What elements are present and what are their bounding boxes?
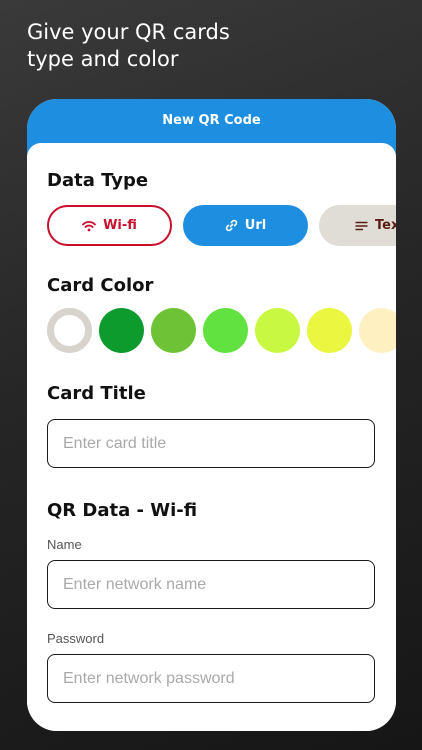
data-type-text-button[interactable]: Tex <box>319 205 396 246</box>
color-swatch-dark-green[interactable] <box>99 308 144 353</box>
wifi-icon <box>82 220 96 231</box>
phone-screen: New QR Code Data Type Wi-fi Url Tex Card… <box>27 99 396 731</box>
data-type-url-button[interactable]: Url <box>183 205 308 246</box>
color-swatch-yellow[interactable] <box>307 308 352 353</box>
card-title-input[interactable] <box>47 419 375 468</box>
color-swatch-cream[interactable] <box>359 308 396 353</box>
promo-headline-line-1: Give your QR cards <box>27 20 230 44</box>
color-swatch-bright-green[interactable] <box>203 308 248 353</box>
color-swatch-white-selected[interactable] <box>47 308 92 353</box>
color-swatch-olive-green[interactable] <box>151 308 196 353</box>
form-sheet: Data Type Wi-fi Url Tex Card Color Card … <box>27 143 396 731</box>
data-type-title: Data Type <box>47 170 149 191</box>
network-password-label: Password <box>47 631 105 646</box>
color-swatches <box>47 308 396 354</box>
card-title-heading: Card Title <box>47 383 146 404</box>
data-type-text-label: Tex <box>375 218 396 233</box>
data-type-wifi-label: Wi-fi <box>103 218 137 233</box>
network-name-label: Name <box>47 537 82 552</box>
network-password-input[interactable] <box>47 654 375 703</box>
network-name-input[interactable] <box>47 560 375 609</box>
promo-headline-line-2: type and color <box>27 47 179 71</box>
nav-title: New QR Code <box>162 113 261 128</box>
card-color-title: Card Color <box>47 275 154 296</box>
data-type-url-label: Url <box>244 218 267 233</box>
navigation-bar: New QR Code <box>27 99 396 143</box>
promo-headline: Give your QR cards type and color <box>27 19 230 73</box>
data-type-wifi-button[interactable]: Wi-fi <box>47 205 172 246</box>
link-icon <box>225 219 237 232</box>
qr-data-heading: QR Data - Wi-fi <box>47 500 198 521</box>
text-lines-icon <box>355 221 368 230</box>
color-swatch-lime[interactable] <box>255 308 300 353</box>
